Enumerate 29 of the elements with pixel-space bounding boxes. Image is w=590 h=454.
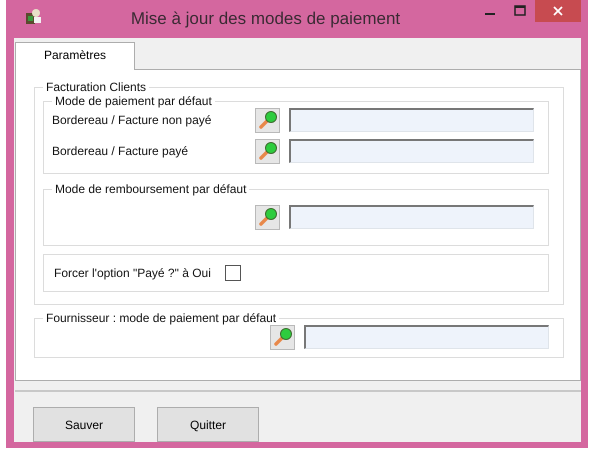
group-title: Fournisseur : mode de paiement par défaut (45, 311, 278, 325)
checkbox[interactable] (224, 265, 241, 281)
app-icon (24, 7, 42, 25)
action-button[interactable]: Quitter (157, 407, 259, 442)
lookup-button[interactable] (255, 138, 280, 164)
tab[interactable]: Paramètres (15, 42, 135, 70)
lookup-button[interactable] (255, 108, 280, 132)
lookup-button[interactable] (270, 324, 295, 350)
close-button[interactable] (535, 0, 581, 22)
magnifier-icon (272, 327, 292, 347)
input-field[interactable] (289, 205, 534, 229)
close-icon (552, 5, 564, 17)
window-title: Mise à jour des modes de paiement (130, 9, 402, 29)
group-title: Mode de paiement par défaut (54, 94, 213, 108)
input-field[interactable] (304, 325, 549, 349)
magnifier-icon (258, 207, 278, 227)
checkbox-label: Forcer l'option "Payé ?" à Oui (54, 266, 211, 280)
lookup-button[interactable] (255, 204, 280, 230)
magnifier-icon (258, 141, 278, 161)
maximize-icon (514, 5, 526, 17)
input-field[interactable] (289, 108, 534, 132)
input-field[interactable] (289, 139, 534, 163)
field-label: Bordereau / Facture payé (52, 144, 190, 158)
group-title: Mode de remboursement par défaut (54, 182, 248, 196)
group-title: Facturation Clients (45, 80, 148, 94)
minimize-icon (485, 13, 495, 15)
action-button[interactable]: Sauver (33, 407, 135, 442)
field-label: Bordereau / Facture non payé (52, 113, 212, 127)
magnifier-icon (258, 110, 278, 130)
